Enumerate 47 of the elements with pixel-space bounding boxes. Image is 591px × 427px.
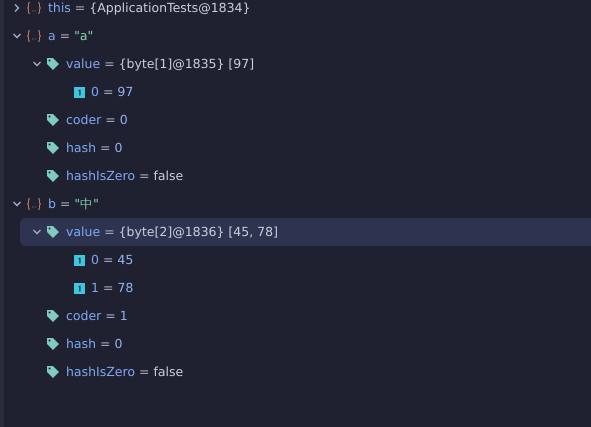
tag-icon [46,141,60,155]
tag-icon [46,57,60,71]
variable-text: hash = 0 [66,334,122,353]
variable-text: coder = 1 [66,306,128,325]
array-item-icon [74,86,85,98]
array-item-icon [74,254,85,266]
variable-text: this = {ApplicationTests@1834} [48,0,250,17]
variable-text: 0 = 97 [91,82,134,101]
chevron-right-icon[interactable] [12,3,22,13]
tag-icon [46,365,60,379]
variable-row[interactable]: coder = 0 [4,106,591,134]
variable-text: 1 = 78 [91,278,134,297]
variable-text: coder = 0 [66,110,128,129]
variable-text: value = {byte[2]@1836} [45, 78] [66,222,278,241]
variable-row[interactable]: hashIsZero = false [4,358,591,386]
variable-row[interactable]: hash = 0 [4,330,591,358]
variable-text: 0 = 45 [91,250,134,269]
variable-row[interactable]: 0 = 45 [4,246,591,274]
variable-row[interactable]: 0 = 97 [4,78,591,106]
tag-icon [46,309,60,323]
variable-row[interactable]: a = "a" [4,22,591,50]
variable-row[interactable]: this = {ApplicationTests@1834} [4,0,591,22]
braces-icon [26,1,42,15]
variable-text: hashIsZero = false [66,362,184,381]
chevron-down-icon[interactable] [32,227,42,237]
tag-icon [46,169,60,183]
tag-icon [46,337,60,351]
braces-icon [26,29,42,43]
chevron-down-icon[interactable] [12,199,22,209]
variable-row[interactable]: coder = 1 [4,302,591,330]
variable-text: b = "中" [48,194,99,213]
array-item-icon [74,282,85,294]
variable-row[interactable]: hash = 0 [4,134,591,162]
braces-icon [26,197,42,211]
variable-row[interactable]: hashIsZero = false [4,162,591,190]
variable-row[interactable]: b = "中" [4,190,591,218]
chevron-down-icon[interactable] [12,31,22,41]
variable-row[interactable]: value = {byte[1]@1835} [97] [4,50,591,78]
tag-icon [46,113,60,127]
variable-text: hash = 0 [66,138,122,157]
variable-text: value = {byte[1]@1835} [97] [66,54,254,73]
tag-icon [46,225,60,239]
variable-row[interactable]: 1 = 78 [4,274,591,302]
variable-text: a = "a" [48,26,94,45]
chevron-down-icon[interactable] [32,59,42,69]
selected-variable-row[interactable]: value = {byte[2]@1836} [45, 78] [20,218,591,246]
variable-text: hashIsZero = false [66,166,184,185]
